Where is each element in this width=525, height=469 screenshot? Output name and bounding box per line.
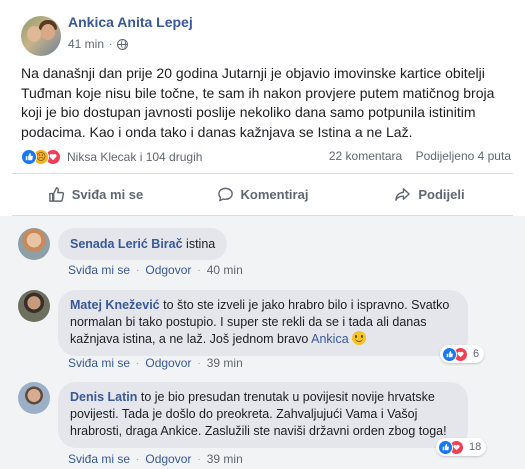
comment-reply-link[interactable]: Odgovor xyxy=(145,356,191,370)
post-author-name[interactable]: Ankica Anita Lepej xyxy=(68,14,193,30)
comment-bubble: Senada Lerić Birač istina xyxy=(58,228,228,260)
comment-like-link[interactable]: Sviđa mi se xyxy=(68,356,130,370)
post-timestamp[interactable]: 41 min xyxy=(68,37,104,51)
comment-actions: Sviđa mi se · Odgovor · 39 min xyxy=(68,356,243,370)
comments-section: Senada Lerić Birač istina Sviđa mi se · … xyxy=(0,216,525,469)
comment-button[interactable]: Komentiraj xyxy=(179,177,346,211)
comment-mention[interactable]: Ankica xyxy=(311,332,349,346)
post-actions: Sviđa mi se Komentiraj Podijeli xyxy=(12,177,513,211)
comments-count[interactable]: 22 komentara xyxy=(329,149,402,163)
comment-actions: Sviđa mi se · Odgovor · 40 min xyxy=(68,263,243,277)
comment-author[interactable]: Matej Knežević xyxy=(70,298,160,312)
comment-actions: Sviđa mi se · Odgovor · 39 min xyxy=(68,452,243,466)
reaction-count: 18 xyxy=(469,441,482,453)
comment-like-link[interactable]: Sviđa mi se xyxy=(68,452,130,466)
share-button[interactable]: Podijeli xyxy=(346,177,513,211)
thumbs-up-icon xyxy=(48,186,65,203)
reactions-summary[interactable]: ☹ Niksa Klecak i 104 drugih xyxy=(21,149,202,165)
like-icon xyxy=(442,346,457,362)
like-label: Sviđa mi se xyxy=(71,186,144,202)
commenter-avatar[interactable] xyxy=(18,228,50,260)
like-icon xyxy=(21,149,37,165)
comment-text: istina xyxy=(186,237,216,251)
comment-author[interactable]: Senada Lerić Birač xyxy=(70,237,183,251)
post-stats: 22 komentara Podijeljeno 4 puta xyxy=(329,149,511,163)
comment-reactions[interactable]: 18 xyxy=(436,438,487,456)
reactions-text[interactable]: Niksa Klecak i 104 drugih xyxy=(67,150,202,164)
comment-reply-link[interactable]: Odgovor xyxy=(145,452,191,466)
comment-bubble: Matej Knežević to što ste izveli je jako… xyxy=(58,290,468,356)
post-text: Na današnji dan prije 20 godina Jutarnji… xyxy=(21,65,495,140)
share-arrow-icon xyxy=(394,186,411,203)
comment-time[interactable]: 39 min xyxy=(207,356,243,370)
comment-label: Komentiraj xyxy=(240,186,309,202)
comment-reactions[interactable]: 6 xyxy=(440,345,485,363)
comment-like-link[interactable]: Sviđa mi se xyxy=(68,263,130,277)
share-label: Podijeli xyxy=(418,186,465,202)
like-button[interactable]: Sviđa mi se xyxy=(12,177,179,211)
like-icon xyxy=(438,439,453,455)
comment-reply-link[interactable]: Odgovor xyxy=(145,263,191,277)
smiley-emoji-icon xyxy=(352,331,367,345)
author-avatar[interactable] xyxy=(21,16,61,56)
meta-separator: · xyxy=(109,38,113,50)
commenter-avatar[interactable] xyxy=(18,290,50,322)
comment-time[interactable]: 40 min xyxy=(207,263,243,277)
commenter-avatar[interactable] xyxy=(18,382,50,414)
globe-icon[interactable] xyxy=(117,38,129,50)
reaction-count: 6 xyxy=(473,348,480,360)
divider xyxy=(12,173,513,174)
post-meta: 41 min · xyxy=(68,37,129,51)
shares-count[interactable]: Podijeljeno 4 puta xyxy=(416,149,511,163)
comment-bubble: Denis Latin to je bio presudan trenutak … xyxy=(58,382,468,448)
comment-author[interactable]: Denis Latin xyxy=(70,390,137,404)
comment-time[interactable]: 39 min xyxy=(207,452,243,466)
facebook-post: Ankica Anita Lepej 41 min · Na današnji … xyxy=(0,0,525,469)
comment-bubble-icon xyxy=(217,186,234,203)
